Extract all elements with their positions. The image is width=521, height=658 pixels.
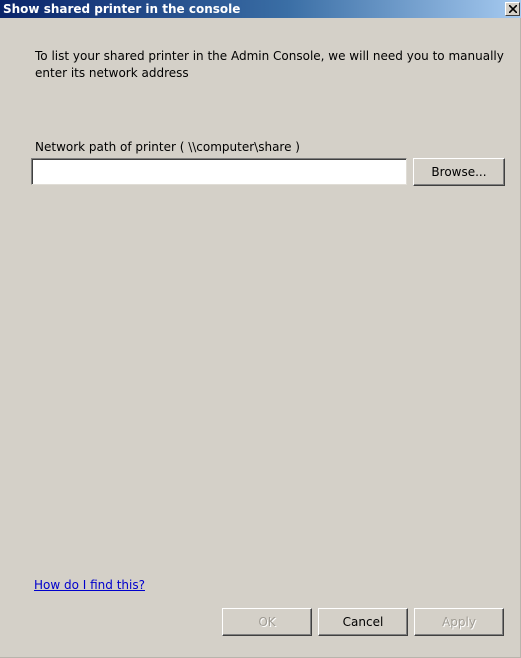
intro-text: To list your shared printer in the Admin… — [35, 49, 504, 80]
ok-button[interactable]: OK — [222, 608, 312, 636]
apply-button[interactable]: Apply — [414, 608, 504, 636]
help-link[interactable]: How do I find this? — [34, 578, 145, 593]
network-path-label: Network path of printer ( \\computer\sha… — [35, 140, 300, 154]
close-icon — [509, 5, 517, 13]
browse-button[interactable]: Browse... — [413, 158, 505, 186]
title-bar[interactable]: Show shared printer in the console — [0, 0, 521, 18]
dialog-window: Show shared printer in the console To li… — [0, 0, 521, 658]
dialog-title: Show shared printer in the console — [3, 2, 241, 16]
cancel-button[interactable]: Cancel — [318, 608, 408, 636]
close-button[interactable] — [505, 2, 520, 16]
network-path-input[interactable] — [31, 158, 407, 185]
